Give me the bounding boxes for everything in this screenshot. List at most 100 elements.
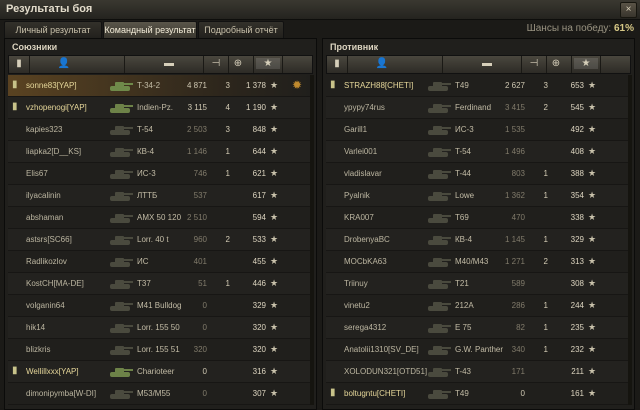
damage-icon[interactable]: ⊣ bbox=[209, 58, 223, 69]
player-name[interactable]: ypypy74rus bbox=[344, 97, 385, 118]
star-icon: ★ bbox=[270, 212, 279, 222]
table-row[interactable]: vinetu2 212A 286 1 244 ★ bbox=[326, 295, 629, 317]
tank-name: Lorr. 40 t bbox=[137, 235, 169, 244]
table-row[interactable]: hik14 Lorr. 155 50 0 320 ★ bbox=[8, 317, 311, 339]
table-row[interactable]: serega4312 E 75 82 1 235 ★ bbox=[326, 317, 629, 339]
kills-value: 1 bbox=[543, 169, 548, 178]
damage-value: 0 bbox=[202, 323, 207, 332]
tank-name: ИС-3 bbox=[455, 125, 474, 134]
tank-name: T69 bbox=[455, 213, 469, 222]
player-name[interactable]: vinetu2 bbox=[344, 295, 370, 316]
table-row[interactable]: Pyalnik Lowe 1 362 1 354 ★ bbox=[326, 185, 629, 207]
star-icon[interactable]: ★ bbox=[574, 58, 598, 69]
player-name[interactable]: XOLODUN321[OTD51] bbox=[344, 361, 427, 382]
table-row[interactable]: KRA007 T69 470 338 ★ bbox=[326, 207, 629, 229]
tank-name: T-54 bbox=[455, 147, 472, 156]
tank-icon bbox=[428, 192, 451, 201]
tank-name: M40/M43 bbox=[455, 257, 489, 266]
enemies-scrollbar[interactable] bbox=[628, 75, 632, 405]
table-row[interactable]: Elis67 ИС-3 746 1 621 ★ bbox=[8, 163, 311, 185]
medal-icon[interactable]: ▮ bbox=[330, 58, 344, 69]
tank-icon[interactable]: ▬ bbox=[159, 58, 179, 69]
medal-icon[interactable]: ▮ bbox=[12, 58, 26, 69]
table-row[interactable]: ▮ boltugntu[CHETI] T49 0 161 ★ bbox=[326, 383, 629, 405]
player-name[interactable]: Triinuy bbox=[344, 273, 368, 294]
tab-personal-result[interactable]: Личный результат bbox=[4, 21, 102, 39]
table-row[interactable]: blizkris Lorr. 155 51 320 320 ★ bbox=[8, 339, 311, 361]
player-name[interactable]: abshaman bbox=[26, 207, 63, 228]
player-name[interactable]: vladislavar bbox=[344, 163, 382, 184]
table-row[interactable]: Radlikozlov ИС 401 455 ★ bbox=[8, 251, 311, 273]
kills-icon[interactable]: ⊕ bbox=[231, 58, 245, 69]
damage-value: 171 bbox=[511, 367, 525, 376]
tank-icon bbox=[110, 258, 133, 267]
table-row[interactable]: liapka2[D__KS] КВ-4 1 146 1 644 ★ bbox=[8, 141, 311, 163]
player-name[interactable]: astsrs[SC66] bbox=[26, 229, 72, 250]
table-row[interactable]: KostCH[MA-DE] T37 51 1 446 ★ bbox=[8, 273, 311, 295]
table-row[interactable]: ▮ sonne83[YAP] T-34-2 4 871 3 1 378 ★ ✹ bbox=[8, 75, 311, 97]
table-row[interactable]: ▮ Wellillxxx[YAP] Charioteer 0 316 ★ bbox=[8, 361, 311, 383]
star-icon: ★ bbox=[588, 80, 597, 90]
close-button[interactable]: × bbox=[620, 2, 637, 18]
table-row[interactable]: Garill1 ИС-3 1 535 492 ★ bbox=[326, 119, 629, 141]
table-row[interactable]: Varlei001 T-54 1 496 408 ★ bbox=[326, 141, 629, 163]
xp-value: 545 bbox=[570, 103, 584, 112]
table-row[interactable]: dimonipymba[W-DI] M53/M55 0 307 ★ bbox=[8, 383, 311, 405]
table-row[interactable]: abshaman AMX 50 120 2 510 594 ★ bbox=[8, 207, 311, 229]
table-row[interactable]: ypypy74rus Ferdinand 3 415 2 545 ★ bbox=[326, 97, 629, 119]
player-name[interactable]: vzhopenogi[YAP] bbox=[26, 97, 87, 118]
achievement-icon[interactable]: ✹ bbox=[292, 75, 302, 96]
table-row[interactable]: ▮ STRAZH88[CHETI] T49 2 627 3 653 ★ bbox=[326, 75, 629, 97]
damage-value: 2 627 bbox=[504, 81, 525, 90]
tank-icon[interactable]: ▬ bbox=[477, 58, 497, 69]
allies-scrollbar[interactable] bbox=[310, 75, 314, 405]
player-name[interactable]: hik14 bbox=[26, 317, 45, 338]
player-name[interactable]: KostCH[MA-DE] bbox=[26, 273, 84, 294]
damage-value: 1 362 bbox=[504, 191, 525, 200]
player-name[interactable]: serega4312 bbox=[344, 317, 386, 338]
player-name[interactable]: KRA007 bbox=[344, 207, 374, 228]
table-row[interactable]: MOCbKA63 M40/M43 1 271 2 313 ★ bbox=[326, 251, 629, 273]
tank-icon bbox=[110, 236, 133, 245]
player-name[interactable]: Garill1 bbox=[344, 119, 367, 140]
player-icon[interactable]: 👤 bbox=[375, 58, 389, 69]
tank-icon bbox=[428, 368, 451, 377]
player-name[interactable]: Varlei001 bbox=[344, 141, 377, 162]
table-row[interactable]: Anatolii1310[SV_DE] G.W. Panther 340 1 232 ★ bbox=[326, 339, 629, 361]
table-row[interactable]: vladislavar T-44 803 1 388 ★ bbox=[326, 163, 629, 185]
player-name[interactable]: dimonipymba[W-DI] bbox=[26, 383, 96, 404]
damage-icon[interactable]: ⊣ bbox=[527, 58, 541, 69]
table-row[interactable]: volganin64 M41 Bulldog 0 329 ★ bbox=[8, 295, 311, 317]
player-name[interactable]: volganin64 bbox=[26, 295, 65, 316]
player-name[interactable]: blizkris bbox=[26, 339, 50, 360]
table-row[interactable]: astsrs[SC66] Lorr. 40 t 960 2 533 ★ bbox=[8, 229, 311, 251]
tab-team-result[interactable]: Командный результат bbox=[103, 21, 197, 39]
player-name[interactable]: sonne83[YAP] bbox=[26, 75, 77, 96]
player-icon[interactable]: 👤 bbox=[57, 58, 71, 69]
player-name[interactable]: Radlikozlov bbox=[26, 251, 67, 272]
table-row[interactable]: kapies323 T-54 2 503 3 848 ★ bbox=[8, 119, 311, 141]
player-name[interactable]: MOCbKA63 bbox=[344, 251, 387, 272]
table-row[interactable]: DrobenyaBC КВ-4 1 145 1 329 ★ bbox=[326, 229, 629, 251]
player-name[interactable]: Pyalnik bbox=[344, 185, 370, 206]
table-row[interactable]: ▮ vzhopenogi[YAP] Indien-Pz. 3 115 4 1 190 ★ bbox=[8, 97, 311, 119]
table-row[interactable]: ilyacalinin ЛТТБ 537 617 ★ bbox=[8, 185, 311, 207]
player-name[interactable]: Wellillxxx[YAP] bbox=[26, 361, 79, 382]
table-row[interactable]: XOLODUN321[OTD51] T-43 171 211 ★ bbox=[326, 361, 629, 383]
player-name[interactable]: STRAZH88[CHETI] bbox=[344, 75, 413, 96]
xp-value: 617 bbox=[252, 191, 266, 200]
player-name[interactable]: liapka2[D__KS] bbox=[26, 141, 81, 162]
win-chance-value: 61% bbox=[613, 23, 634, 34]
star-icon[interactable]: ★ bbox=[256, 58, 280, 69]
player-name[interactable]: DrobenyaBC bbox=[344, 229, 390, 250]
player-name[interactable]: Anatolii1310[SV_DE] bbox=[344, 339, 419, 360]
player-name[interactable]: boltugntu[CHETI] bbox=[344, 383, 405, 404]
star-icon: ★ bbox=[588, 344, 597, 354]
damage-value: 401 bbox=[193, 257, 207, 266]
player-name[interactable]: kapies323 bbox=[26, 119, 62, 140]
tab-detailed-report[interactable]: Подробный отчёт bbox=[198, 21, 284, 39]
player-name[interactable]: ilyacalinin bbox=[26, 185, 61, 206]
table-row[interactable]: Triinuy T21 589 308 ★ bbox=[326, 273, 629, 295]
kills-icon[interactable]: ⊕ bbox=[549, 58, 563, 69]
player-name[interactable]: Elis67 bbox=[26, 163, 48, 184]
